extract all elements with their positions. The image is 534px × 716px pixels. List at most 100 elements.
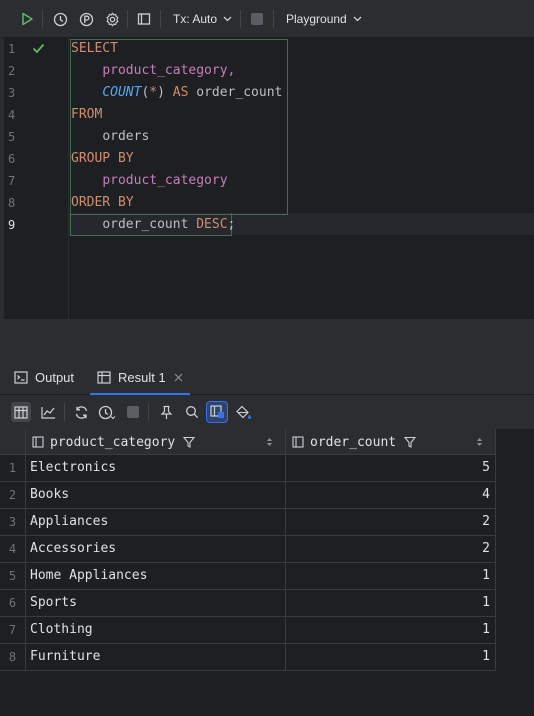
auto-refresh-icon[interactable] <box>97 402 117 422</box>
toolbar-separator <box>160 10 161 28</box>
row-number: 4 <box>0 536 26 563</box>
cell-order-count[interactable]: 1 <box>286 644 496 671</box>
code-line-6: GROUP BY <box>71 151 134 166</box>
table-row[interactable]: 2 Books 4 <box>0 482 496 509</box>
sql-editor[interactable]: 1 2 3 4 5 6 7 8 9 SELECT product_categor… <box>0 38 534 319</box>
editor-left-strip <box>0 38 4 319</box>
cell-product-category[interactable]: Clothing <box>26 617 286 644</box>
line-number: 3 <box>8 86 16 100</box>
cell-order-count[interactable]: 1 <box>286 563 496 590</box>
session-dropdown[interactable]: Playground <box>280 10 365 28</box>
cell-product-category[interactable]: Sports <box>26 590 286 617</box>
transaction-mode-dropdown[interactable]: Tx: Auto <box>167 10 235 28</box>
layout-icon[interactable] <box>134 10 154 28</box>
table-icon <box>97 370 111 384</box>
tab-result-1[interactable]: Result 1 <box>90 359 190 395</box>
toolbar-separator <box>64 403 65 421</box>
run-icon[interactable] <box>17 10 37 28</box>
row-number: 1 <box>0 455 26 482</box>
line-number: 6 <box>8 152 16 166</box>
panel-splitter[interactable] <box>0 319 534 359</box>
row-number: 2 <box>0 482 26 509</box>
filter-icon[interactable] <box>404 436 417 448</box>
refresh-icon[interactable] <box>71 402 91 422</box>
line-number: 1 <box>8 42 16 56</box>
cell-order-count[interactable]: 5 <box>286 455 496 482</box>
code-line-4: FROM <box>71 107 103 122</box>
row-number: 7 <box>0 617 26 644</box>
code-line-7: product_category <box>102 173 228 188</box>
code-line-2: product_category, <box>102 63 236 78</box>
result-grid: product_category order_count 1 Electroni… <box>0 429 534 716</box>
cell-order-count[interactable]: 2 <box>286 509 496 536</box>
cell-product-category[interactable]: Appliances <box>26 509 286 536</box>
stop-icon[interactable] <box>248 10 266 28</box>
tab-result-1-label: Result 1 <box>118 369 166 385</box>
transaction-mode-label: Tx: Auto <box>173 12 218 26</box>
line-number: 9 <box>8 218 16 232</box>
gear-icon[interactable] <box>102 10 122 28</box>
paint-bucket-icon[interactable] <box>234 402 254 422</box>
checkmark-icon <box>32 43 45 54</box>
chevron-down-icon <box>353 16 362 22</box>
close-icon[interactable] <box>174 373 183 382</box>
cell-order-count[interactable]: 1 <box>286 617 496 644</box>
toolbar-separator <box>127 10 128 28</box>
cell-order-count[interactable]: 4 <box>286 482 496 509</box>
cell-product-category[interactable]: Home Appliances <box>26 563 286 590</box>
console-icon <box>14 370 28 384</box>
column-icon <box>292 436 304 448</box>
pin-icon[interactable] <box>156 402 176 422</box>
line-number: 2 <box>8 64 16 78</box>
cell-product-category[interactable]: Furniture <box>26 644 286 671</box>
cell-product-category[interactable]: Electronics <box>26 455 286 482</box>
result-tabs: Output Result 1 <box>0 359 534 395</box>
chevron-down-icon <box>223 16 232 22</box>
stop-icon[interactable] <box>123 402 143 422</box>
gutter-divider <box>68 38 69 319</box>
explain-plan-icon[interactable] <box>76 10 96 28</box>
code-line-5: orders <box>102 129 150 144</box>
column-icon <box>32 436 44 448</box>
cell-product-category[interactable]: Books <box>26 482 286 509</box>
table-row[interactable]: 4 Accessories 2 <box>0 536 496 563</box>
chart-view-icon[interactable] <box>38 402 58 422</box>
toolbar-separator <box>273 10 274 28</box>
table-row[interactable]: 5 Home Appliances 1 <box>0 563 496 590</box>
cell-order-count[interactable]: 1 <box>286 590 496 617</box>
editor-toolbar: Tx: Auto Playground <box>0 0 534 38</box>
table-row[interactable]: 1 Electronics 5 <box>0 455 496 482</box>
toolbar-separator <box>148 403 149 421</box>
line-number: 7 <box>8 174 16 188</box>
column-header-product-category[interactable]: product_category <box>26 429 286 455</box>
row-number: 8 <box>0 644 26 671</box>
row-number-header <box>0 429 26 455</box>
cell-product-category[interactable]: Accessories <box>26 536 286 563</box>
sort-icon[interactable] <box>476 437 483 447</box>
tab-output[interactable]: Output <box>14 359 74 395</box>
table-row[interactable]: 7 Clothing 1 <box>0 617 496 644</box>
row-number: 5 <box>0 563 26 590</box>
result-toolbar <box>0 395 534 429</box>
code-line-8: ORDER BY <box>71 195 134 210</box>
toolbar-separator <box>240 10 241 28</box>
table-row[interactable]: 6 Sports 1 <box>0 590 496 617</box>
search-icon[interactable] <box>182 402 202 422</box>
row-number: 3 <box>0 509 26 536</box>
code-line-1: SELECT <box>71 41 118 56</box>
history-icon[interactable] <box>50 10 70 28</box>
sort-icon[interactable] <box>266 437 273 447</box>
grid-header: product_category order_count <box>0 429 496 455</box>
table-row[interactable]: 3 Appliances 2 <box>0 509 496 536</box>
column-header-order-count[interactable]: order_count <box>286 429 496 455</box>
table-view-icon[interactable] <box>11 402 31 422</box>
table-row[interactable]: 8 Furniture 1 <box>0 644 496 671</box>
line-number: 5 <box>8 130 16 144</box>
cell-order-count[interactable]: 2 <box>286 536 496 563</box>
line-number: 4 <box>8 108 16 122</box>
filter-icon[interactable] <box>183 436 196 448</box>
code-line-3: COUNT(*) AS order_count <box>102 85 283 100</box>
session-label: Playground <box>286 12 347 26</box>
line-number: 8 <box>8 196 16 210</box>
compare-view-icon[interactable] <box>206 401 228 423</box>
